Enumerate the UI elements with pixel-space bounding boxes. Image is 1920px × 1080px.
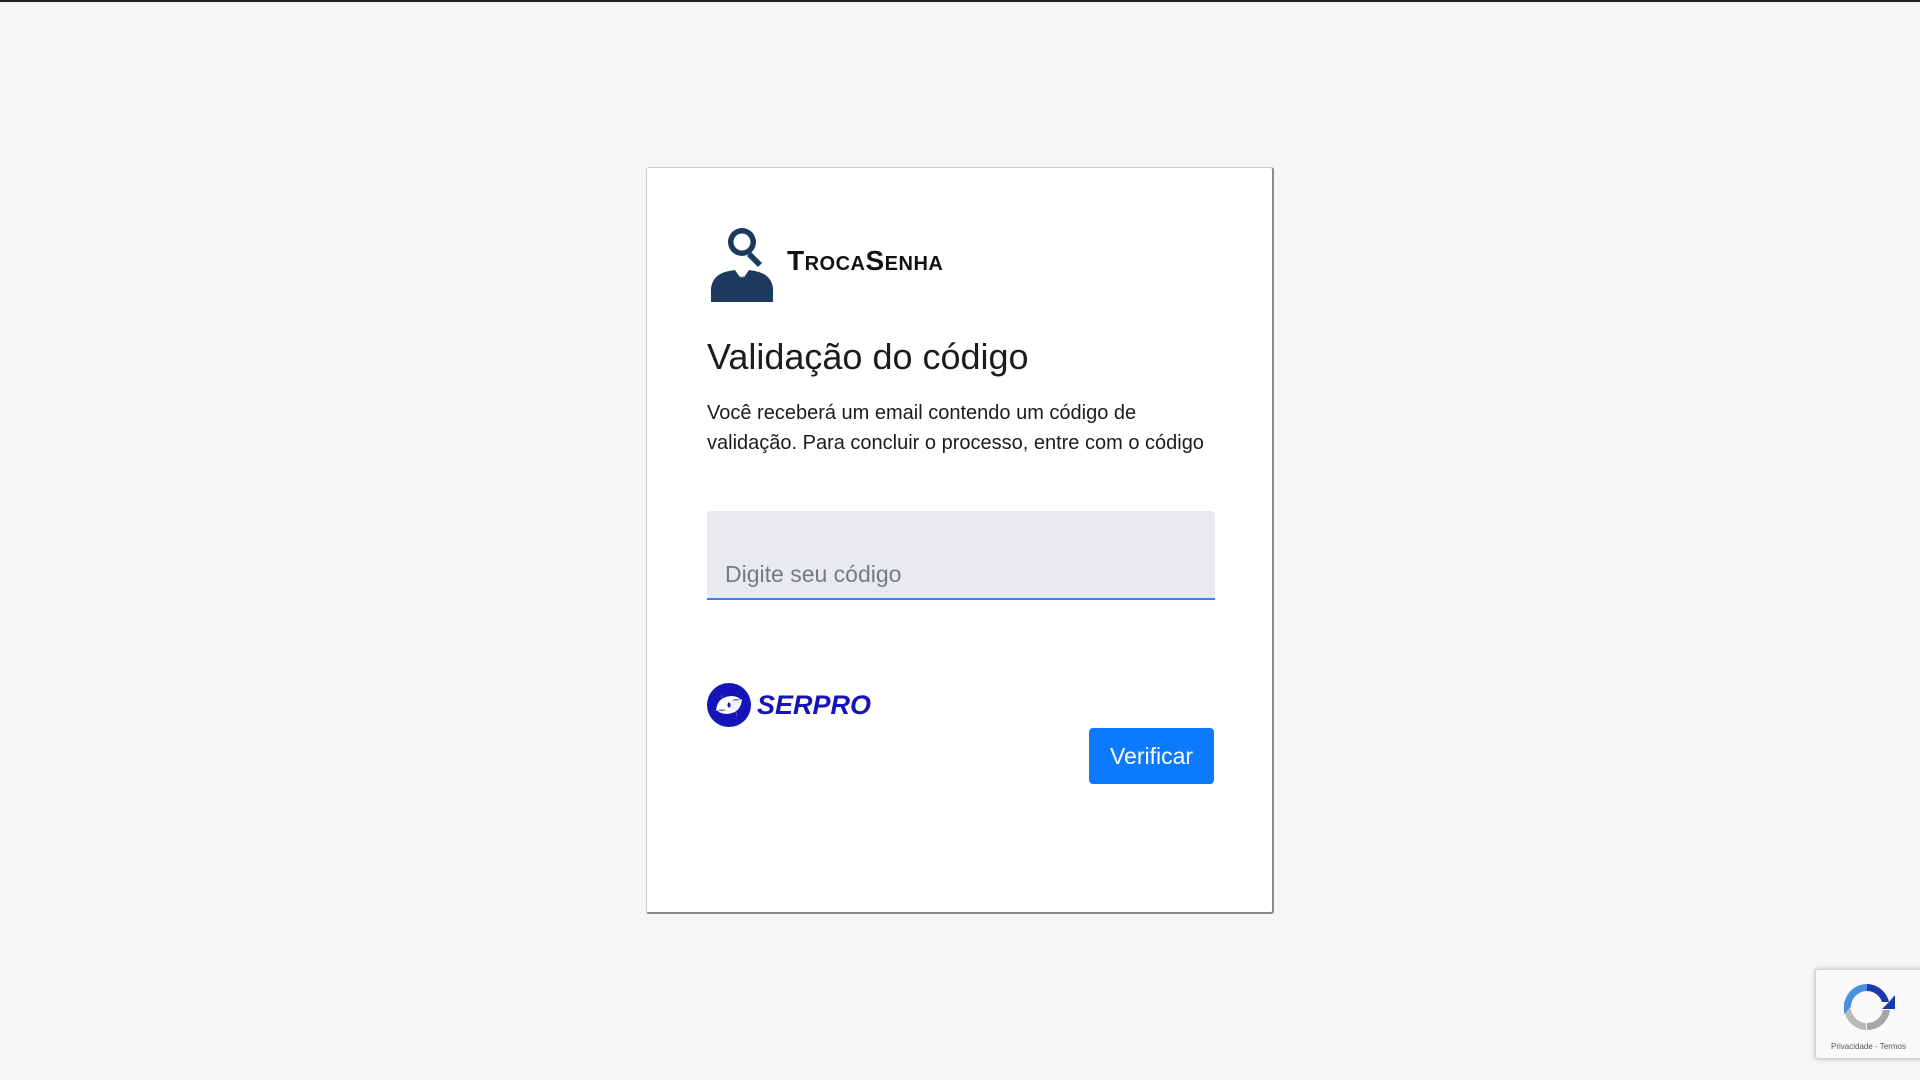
code-input[interactable] (707, 511, 1215, 598)
recaptcha-badge[interactable]: Privacidade - Termos (1815, 969, 1920, 1059)
recaptcha-separator: - (1872, 1042, 1880, 1051)
page-title: Validação do código (707, 336, 1029, 377)
serpro-logo: SERPRO (707, 683, 871, 727)
instructions-text: Você receberá um email contendo um códig… (707, 402, 1204, 454)
validation-card: TrocaSenha Validação do código Você rece… (646, 167, 1274, 914)
app-name: TrocaSenha (787, 245, 944, 276)
app-brand: TrocaSenha (707, 226, 943, 302)
person-with-magnifier-icon (711, 228, 773, 302)
top-border-line (0, 0, 1920, 2)
recaptcha-links: Privacidade - Termos (1816, 1042, 1920, 1051)
serpro-swirl-icon (707, 683, 751, 727)
recaptcha-privacy-link[interactable]: Privacidade (1831, 1042, 1873, 1051)
recaptcha-terms-link[interactable]: Termos (1880, 1042, 1906, 1051)
serpro-logo-text: SERPRO (757, 689, 872, 720)
verify-button[interactable]: Verificar (1089, 728, 1214, 784)
code-field (707, 511, 1215, 600)
recaptcha-icon (1844, 984, 1895, 1031)
